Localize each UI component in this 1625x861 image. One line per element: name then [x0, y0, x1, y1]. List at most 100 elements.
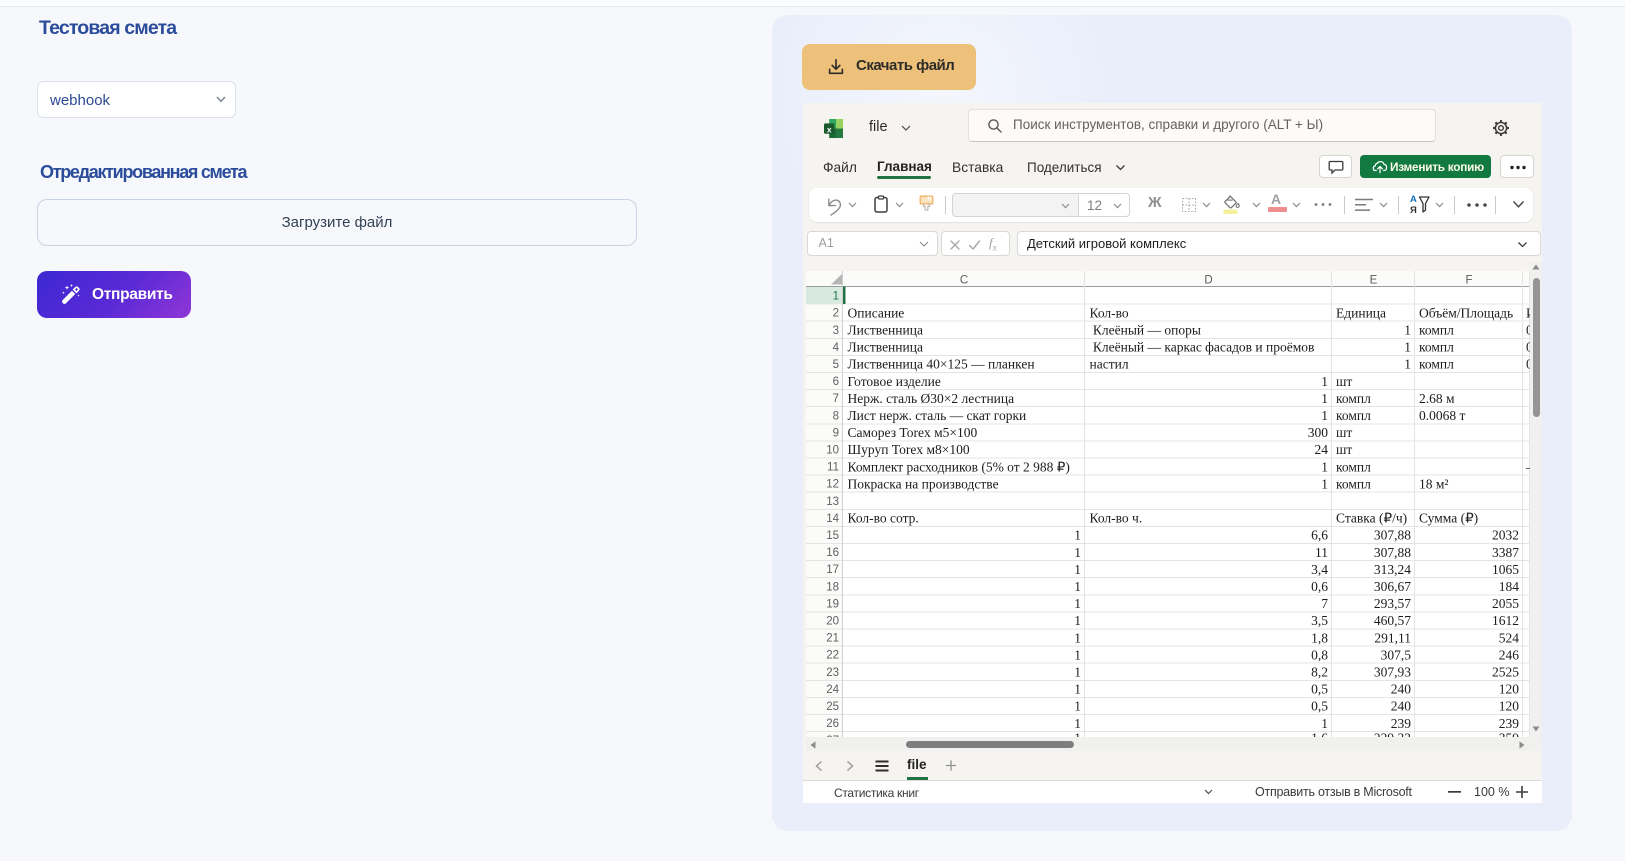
svg-text:3,4: 3,4: [1311, 562, 1328, 577]
svg-text:Единица: Единица: [1336, 305, 1386, 320]
svg-text:7: 7: [1321, 596, 1328, 611]
svg-text:Лист нерж. сталь — скат горки: Лист нерж. сталь — скат горки: [848, 408, 1027, 423]
svg-text:1: 1: [1074, 647, 1081, 662]
svg-text:524: 524: [1499, 630, 1520, 645]
svg-text:настил: настил: [1090, 357, 1129, 372]
svg-text:18: 18: [826, 581, 839, 593]
svg-text:шт: шт: [1336, 442, 1352, 457]
svg-text:компл: компл: [1336, 476, 1371, 491]
svg-text:1: 1: [1074, 528, 1081, 543]
svg-text:9: 9: [833, 427, 839, 439]
svg-text:Лиственница 40×125 — планкен: Лиственница 40×125 — планкен: [848, 357, 1035, 372]
svg-text:1,8: 1,8: [1311, 630, 1328, 645]
svg-text:Лиственница: Лиственница: [848, 323, 923, 338]
svg-text:7: 7: [833, 393, 839, 405]
svg-text:15: 15: [826, 530, 839, 542]
svg-text:307,93: 307,93: [1374, 665, 1411, 680]
svg-text:компл: компл: [1419, 340, 1454, 355]
svg-text:3387: 3387: [1492, 545, 1519, 560]
svg-text:1: 1: [1074, 613, 1081, 628]
svg-text:компл: компл: [1336, 408, 1371, 423]
svg-text:0,8: 0,8: [1311, 647, 1328, 662]
svg-text:239: 239: [1499, 716, 1520, 731]
svg-text:291,11: 291,11: [1374, 630, 1411, 645]
svg-text:19: 19: [826, 598, 839, 610]
svg-text:1: 1: [833, 291, 839, 303]
svg-text:Клеёный — каркас фасадов и про: Клеёный — каркас фасадов и проёмов: [1090, 340, 1315, 355]
svg-text:10: 10: [826, 445, 839, 457]
svg-text:D: D: [1204, 274, 1212, 286]
svg-text:1: 1: [1074, 562, 1081, 577]
svg-text:184: 184: [1499, 579, 1520, 594]
svg-text:1: 1: [1404, 340, 1411, 355]
svg-text:Кол-во ч.: Кол-во ч.: [1090, 511, 1143, 526]
svg-text:460,57: 460,57: [1374, 613, 1411, 628]
svg-text:120: 120: [1499, 682, 1520, 697]
svg-text:18 м²: 18 м²: [1419, 476, 1448, 491]
svg-text:Клеёный — опоры: Клеёный — опоры: [1090, 323, 1201, 338]
svg-text:246: 246: [1499, 647, 1520, 662]
svg-text:1: 1: [1321, 374, 1328, 389]
svg-text:4: 4: [833, 342, 840, 354]
svg-text:1: 1: [1074, 699, 1081, 714]
svg-text:0,6: 0,6: [1311, 579, 1328, 594]
svg-text:1: 1: [1404, 357, 1411, 372]
svg-text:3,5: 3,5: [1311, 613, 1328, 628]
svg-text:Кол-во сотр.: Кол-во сотр.: [848, 511, 919, 526]
svg-text:x: x: [827, 124, 832, 134]
svg-text:306,67: 306,67: [1374, 579, 1411, 594]
svg-text:1: 1: [1321, 459, 1328, 474]
svg-text:1: 1: [1404, 323, 1411, 338]
svg-text:1: 1: [1321, 716, 1328, 731]
svg-text:1: 1: [1321, 391, 1328, 406]
svg-text:1: 1: [1074, 630, 1081, 645]
svg-text:Описание: Описание: [848, 305, 905, 320]
svg-text:1065: 1065: [1492, 562, 1519, 577]
svg-text:120: 120: [1499, 699, 1520, 714]
svg-text:1: 1: [1074, 665, 1081, 680]
svg-text:компл: компл: [1336, 391, 1371, 406]
svg-text:Саморез Torex м5×100: Саморез Torex м5×100: [848, 425, 978, 440]
svg-text:шт: шт: [1336, 425, 1352, 440]
svg-text:Шуруп Torex м8×100: Шуруп Torex м8×100: [848, 442, 970, 457]
svg-text:240: 240: [1391, 682, 1412, 697]
svg-text:20: 20: [826, 616, 839, 628]
svg-text:17: 17: [826, 564, 839, 576]
svg-text:E: E: [1370, 274, 1378, 286]
svg-text:шт: шт: [1336, 374, 1352, 389]
svg-text:1: 1: [1321, 408, 1328, 423]
svg-text:3: 3: [833, 325, 839, 337]
svg-text:2032: 2032: [1492, 528, 1519, 543]
svg-text:11: 11: [1315, 545, 1328, 560]
svg-text:1612: 1612: [1492, 613, 1519, 628]
svg-text:24: 24: [826, 684, 839, 696]
svg-text:22: 22: [826, 650, 839, 662]
svg-text:8: 8: [833, 410, 839, 422]
svg-text:307,88: 307,88: [1374, 545, 1411, 560]
svg-text:1: 1: [1074, 545, 1081, 560]
svg-text:Нерж. сталь Ø30×2 лестница: Нерж. сталь Ø30×2 лестница: [848, 391, 1015, 406]
svg-text:313,24: 313,24: [1374, 562, 1411, 577]
svg-text:Ставка (₽/ч): Ставка (₽/ч): [1336, 511, 1407, 526]
svg-text:5: 5: [833, 359, 839, 371]
svg-text:307,5: 307,5: [1381, 647, 1412, 662]
svg-text:25: 25: [826, 701, 839, 713]
svg-text:1: 1: [1074, 596, 1081, 611]
svg-text:компл: компл: [1419, 357, 1454, 372]
svg-text:А: А: [1410, 194, 1417, 205]
svg-text:293,57: 293,57: [1374, 596, 1411, 611]
svg-text:0,5: 0,5: [1311, 699, 1328, 714]
svg-text:307,88: 307,88: [1374, 528, 1411, 543]
svg-text:Покраска на производстве: Покраска на производстве: [848, 476, 999, 491]
svg-text:6,6: 6,6: [1311, 528, 1328, 543]
svg-text:13: 13: [826, 496, 839, 508]
svg-text:6: 6: [833, 376, 839, 388]
svg-text:1: 1: [1074, 682, 1081, 697]
svg-text:C: C: [960, 274, 968, 286]
svg-text:14: 14: [826, 513, 839, 525]
svg-text:16: 16: [826, 547, 839, 559]
svg-text:Кол-во: Кол-во: [1090, 305, 1129, 320]
svg-text:23: 23: [826, 667, 839, 679]
svg-text:Готовое изделие: Готовое изделие: [848, 374, 941, 389]
svg-text:12: 12: [826, 479, 839, 491]
